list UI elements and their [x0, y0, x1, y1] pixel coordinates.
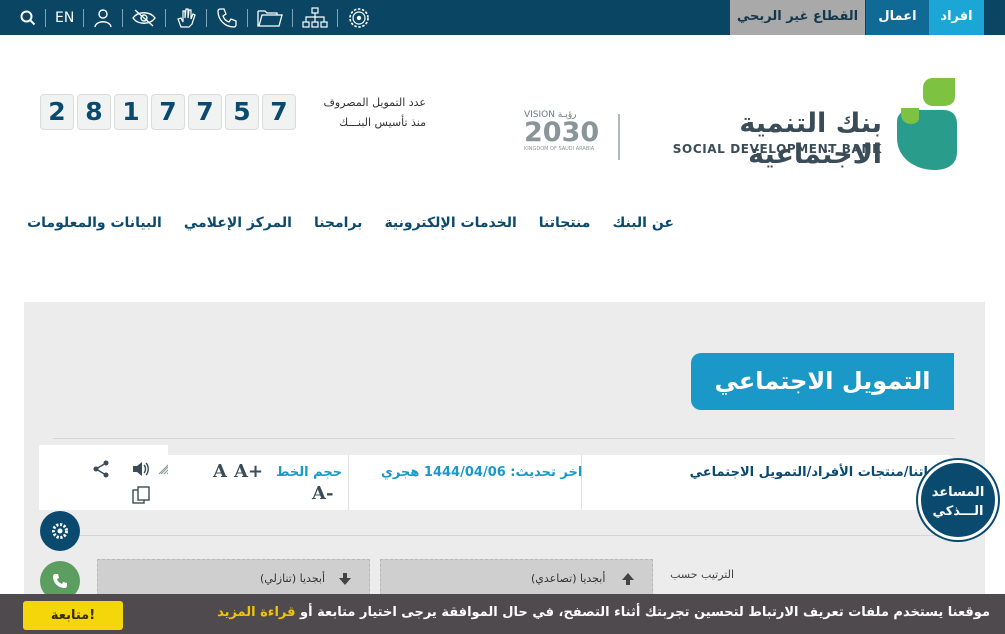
folder-icon[interactable] — [257, 0, 284, 35]
smart-assistant-button[interactable]: المساعد الـــذكي — [918, 460, 998, 540]
bank-name-arabic[interactable]: بنك التنمية الاجتماعية — [640, 108, 882, 170]
counter-digit: 2 — [40, 94, 74, 130]
nav-item-products[interactable]: منتجاتنا — [539, 215, 591, 231]
funding-counter: 2 8 1 7 7 5 7 — [40, 94, 296, 130]
assistant-line1: المساعد — [931, 485, 985, 500]
counter-digit: 5 — [225, 94, 259, 130]
vision-sub-text: KINGDOM OF SAUDI ARABIA — [524, 146, 595, 152]
last-update: اخر تحديث: 1444/04/06 هجري — [381, 465, 583, 480]
counter-label-line2: منذ تأسيس البنـــك — [339, 116, 426, 129]
accessibility-settings-button[interactable] — [40, 511, 80, 551]
divider — [45, 8, 46, 27]
cookie-accept-button[interactable]: متابعة! — [23, 601, 123, 630]
gear-icon — [52, 523, 68, 539]
visibility-icon[interactable] — [132, 0, 157, 35]
divider — [247, 8, 249, 27]
divider — [337, 8, 339, 27]
logo-divider — [618, 114, 620, 160]
page-title: التمويل الاجتماعي — [691, 353, 954, 410]
counter-digit: 7 — [188, 94, 222, 130]
nav-item-eservices[interactable]: الخدمات الإلكترونية — [384, 215, 516, 231]
font-decrease-button[interactable]: A- — [312, 483, 333, 504]
tab-nonprofit[interactable]: القطاع غير الربحي — [730, 0, 865, 35]
nav-item-media[interactable]: المركز الإعلامي — [184, 215, 292, 231]
breadcrumb[interactable]: اتنا/منتجات الأفراد/التمويل الاجتماعي — [690, 465, 928, 480]
divider — [122, 8, 124, 27]
vision-year: 2030 — [524, 117, 600, 148]
sort-label: الترتيب حسب — [670, 568, 734, 581]
sort-descending-label: أبجديا (تنازلي) — [260, 572, 326, 585]
font-increase-button[interactable]: A+ — [234, 461, 263, 482]
divider — [53, 535, 955, 536]
counter-digit: 8 — [77, 94, 111, 130]
content-area: التمويل الاجتماعي اتنا/منتجات الأفراد/ال… — [24, 302, 985, 634]
font-size-label: حجم الخط — [276, 465, 343, 480]
counter-digit: 1 — [114, 94, 148, 130]
counter-digit: 7 — [262, 94, 296, 130]
cookie-message-text: موقعنا يستخدم ملفات تعريف الارتباط لتحسي… — [300, 605, 990, 620]
arrow-down-icon — [338, 572, 352, 590]
cookie-message: موقعنا يستخدم ملفات تعريف الارتباط لتحسي… — [217, 605, 990, 620]
cookie-banner: موقعنا يستخدم ملفات تعريف الارتباط لتحسي… — [0, 594, 1005, 634]
arrow-up-icon — [621, 572, 635, 590]
divider — [348, 455, 349, 510]
divider — [206, 8, 208, 27]
divider — [292, 8, 294, 27]
nav-item-programs[interactable]: برامجنا — [314, 215, 363, 231]
assistant-line2: الـــذكي — [932, 504, 984, 519]
bank-name-english[interactable]: SOCIAL DEVELOPMENT BANK — [640, 142, 882, 156]
sitemap-icon[interactable] — [302, 0, 328, 35]
bank-logo-icon[interactable] — [893, 74, 961, 172]
share-icon[interactable] — [92, 460, 110, 482]
nav-item-data[interactable]: البيانات والمعلومات — [27, 215, 162, 231]
main-nav: عن البنك منتجاتنا الخدمات الإلكترونية بر… — [27, 215, 674, 231]
page-tools — [39, 445, 172, 510]
read-more-link[interactable]: قراءة المزيد — [217, 605, 295, 620]
phone-icon[interactable] — [216, 0, 238, 35]
speaker-icon[interactable] — [131, 460, 151, 482]
language-toggle[interactable]: EN — [55, 0, 74, 35]
phone-icon — [53, 574, 67, 588]
top-bar: افراد اعمال القطاع غير الربحي EN — [0, 0, 1005, 35]
divider — [165, 8, 167, 27]
page-info-bar: اتنا/منتجات الأفراد/التمويل الاجتماعي اخ… — [168, 455, 954, 510]
divider — [83, 8, 85, 27]
counter-digit: 7 — [151, 94, 185, 130]
sort-ascending-label: أبجديا (تصاعدي) — [531, 572, 606, 585]
top-tools: EN — [20, 0, 371, 35]
search-icon[interactable] — [20, 0, 36, 35]
font-normal-button[interactable]: A — [213, 461, 227, 482]
divider — [53, 438, 955, 439]
nav-item-about[interactable]: عن البنك — [612, 215, 674, 231]
settings-icon[interactable] — [347, 0, 371, 35]
copy-icon[interactable] — [132, 486, 152, 508]
tab-business[interactable]: اعمال — [866, 0, 929, 35]
tab-individuals[interactable]: افراد — [929, 0, 984, 35]
counter-label-line1: عدد التمويل المصروف — [323, 96, 426, 109]
vision-2030-logo: VISION رؤيـة 2030 KINGDOM OF SAUDI ARABI… — [524, 110, 600, 164]
user-icon[interactable] — [93, 0, 113, 35]
sign-language-icon[interactable] — [175, 0, 197, 35]
divider — [581, 455, 582, 510]
